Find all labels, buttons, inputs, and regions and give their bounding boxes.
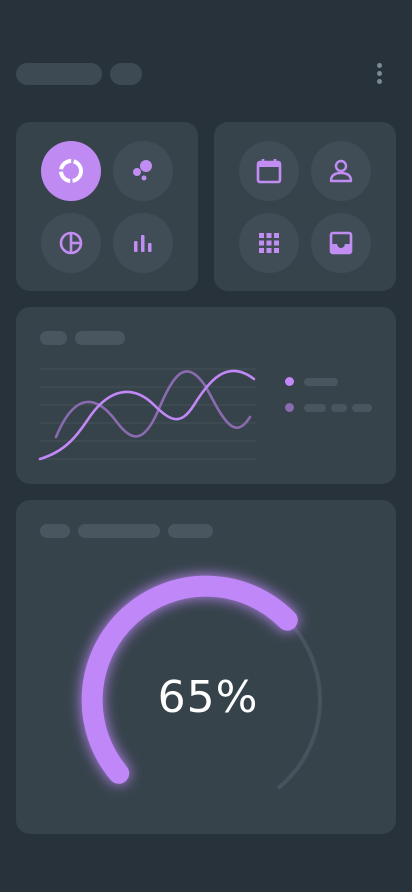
analytics-shortcuts-card	[16, 122, 198, 291]
legend-label-placeholder	[304, 404, 326, 412]
header-subtitle-placeholder	[110, 63, 142, 85]
app-shortcuts-card	[214, 122, 396, 291]
gauge-title-placeholder	[40, 524, 70, 538]
legend-dot-secondary	[285, 403, 294, 412]
profile-icon	[329, 159, 353, 183]
grid-apps-icon	[259, 233, 279, 253]
donut-chart-button[interactable]	[41, 141, 101, 201]
inbox-button[interactable]	[311, 213, 371, 273]
calendar-icon	[256, 159, 282, 184]
line-chart	[38, 368, 256, 461]
header-title-placeholder	[16, 63, 102, 85]
gauge-meta-placeholder	[168, 524, 213, 538]
profile-button[interactable]	[311, 141, 371, 201]
legend-label-placeholder	[352, 404, 372, 412]
legend-label-placeholder	[331, 404, 347, 412]
bubble-chart-icon	[133, 160, 152, 181]
inbox-icon	[329, 231, 353, 255]
bar-chart-icon	[134, 235, 152, 252]
bar-chart-button[interactable]	[113, 213, 173, 273]
legend-label-placeholder	[304, 378, 338, 386]
bubble-chart-button[interactable]	[113, 141, 173, 201]
chart-subtitle-placeholder	[75, 331, 125, 345]
gauge-percentage-label: 65%	[157, 672, 259, 723]
chart-title-placeholder	[40, 331, 67, 345]
pie-chart-icon	[59, 231, 83, 255]
legend-dot-primary	[285, 377, 294, 386]
calendar-button[interactable]	[239, 141, 299, 201]
grid-apps-button[interactable]	[239, 213, 299, 273]
gauge-card	[16, 500, 396, 834]
donut-chart-icon	[59, 159, 83, 183]
pie-chart-button[interactable]	[41, 213, 101, 273]
more-vertical-icon[interactable]	[372, 60, 388, 88]
line-chart-card	[16, 307, 396, 484]
gauge-subtitle-placeholder	[78, 524, 160, 538]
